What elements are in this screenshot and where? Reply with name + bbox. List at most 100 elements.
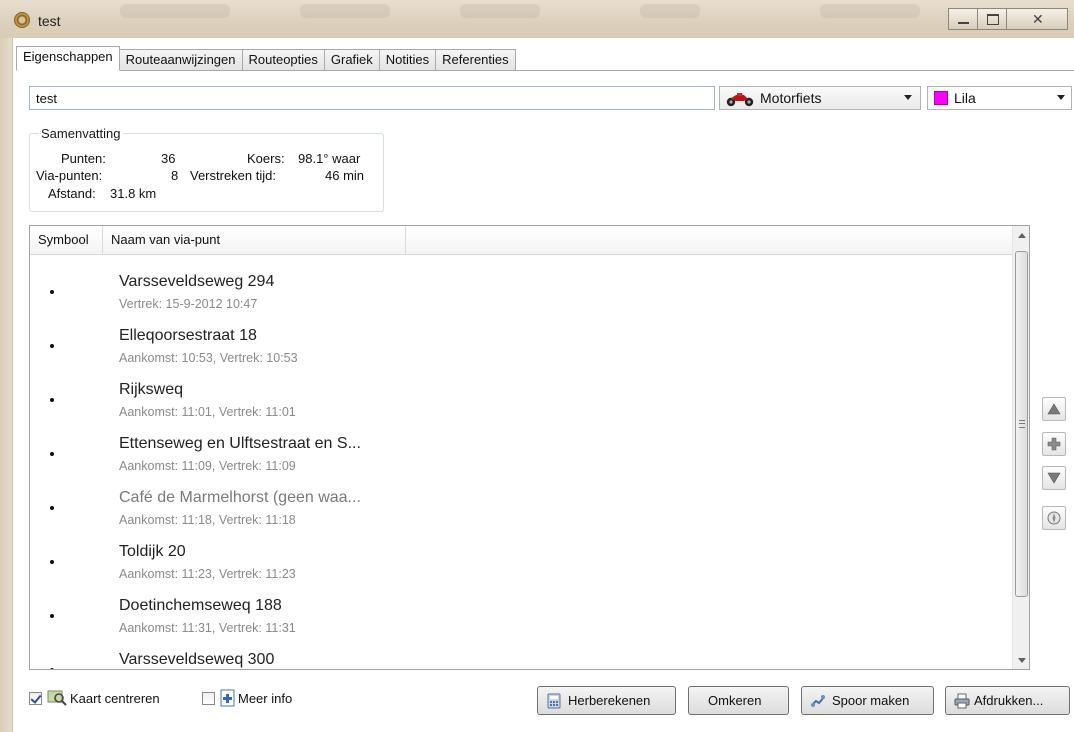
center-map-checkbox[interactable] [29, 692, 42, 705]
waypoint-name: Varsseveldseweg 294 [119, 273, 275, 290]
waypoint-time: Aankomst: 11:23, Vertrek: 11:23 [119, 567, 296, 581]
waypoint-list[interactable]: Symbool Naam van via-punt Varsseveldsewe… [29, 225, 1030, 670]
scroll-up-button[interactable] [1013, 226, 1029, 243]
points-value: 36 [161, 151, 176, 166]
move-up-icon [1047, 403, 1061, 415]
scroll-down-button[interactable] [1013, 652, 1029, 669]
close-button[interactable]: ✕ [1006, 8, 1068, 30]
window-title: test [38, 13, 61, 29]
add-waypoint-button[interactable] [1042, 432, 1066, 456]
title-bar: test ✕ [0, 0, 1074, 38]
list-item[interactable]: Ettenseweg en Ulftsestraat en S... Aanko… [30, 425, 1012, 478]
list-item[interactable]: Varsseveldseweq 300 [30, 641, 1012, 669]
background-blur [300, 4, 390, 18]
waypoint-time: Aankomst: 10:53, Vertrek: 10:53 [119, 351, 298, 365]
list-item[interactable]: Toldijk 20 Aankomst: 11:23, Vertrek: 11:… [30, 533, 1012, 586]
scroll-thumb[interactable] [1015, 251, 1028, 597]
elapsed-time-label: Verstreken tijd: [190, 168, 276, 183]
waypoint-symbol-icon [50, 506, 54, 510]
waypoint-time: Aankomst: 11:09, Vertrek: 11:09 [119, 459, 296, 473]
app-icon [14, 12, 30, 28]
background-blur [460, 4, 540, 18]
make-track-label: Spoor maken [832, 693, 910, 708]
tab-eigenschappen[interactable]: Eigenschappen [16, 46, 120, 71]
move-up-button[interactable] [1042, 397, 1066, 421]
tab-grafiek[interactable]: Grafiek [324, 49, 380, 71]
move-down-icon [1047, 472, 1061, 484]
list-item[interactable]: Varsseveldseweg 294 Vertrek: 15-9-2012 1… [30, 263, 1012, 316]
list-item[interactable]: Café de Marmelhorst (geen waa... Aankoms… [30, 479, 1012, 532]
via-points-value: 8 [171, 168, 179, 183]
tab-routeaanwijzingen[interactable]: Routeaanwijzingen [119, 49, 243, 71]
minimize-button[interactable] [948, 8, 978, 30]
waypoint-symbol-icon [50, 398, 54, 402]
column-header-symbol[interactable]: Symbool [30, 226, 103, 254]
maximize-icon [987, 14, 999, 25]
transport-mode-value: Motorfiets [760, 90, 822, 106]
more-info-icon [220, 689, 235, 707]
minimize-icon [958, 22, 969, 24]
waypoint-symbol-icon [50, 290, 54, 294]
recalculate-button[interactable]: Herberekenen [537, 686, 676, 715]
course-value: 98.1° waar [298, 151, 361, 166]
make-track-button[interactable]: Spoor maken [801, 686, 934, 715]
scroll-down-icon [1018, 658, 1026, 663]
waypoint-symbol-icon [50, 560, 54, 564]
tab-strip: Eigenschappen Routeaanwijzingen Routeopt… [16, 46, 516, 71]
motorcycle-icon [726, 93, 754, 107]
more-info-checkbox[interactable] [202, 692, 215, 705]
reverse-button[interactable]: Omkeren [688, 686, 789, 715]
waypoint-name: Varsseveldseweq 300 [119, 651, 275, 668]
waypoint-name: Doetinchemseweq 188 [119, 597, 282, 614]
reverse-label: Omkeren [708, 693, 762, 708]
maximize-button[interactable] [977, 8, 1007, 30]
window-left-border [0, 38, 12, 732]
summary-legend: Samenvatting [39, 126, 123, 141]
vertical-scrollbar[interactable] [1012, 226, 1029, 669]
tab-routeopties[interactable]: Routeopties [242, 49, 325, 71]
via-points-label: Via-punten: [36, 168, 103, 183]
points-label: Punten: [61, 151, 106, 166]
color-select[interactable]: Lila [927, 86, 1072, 110]
route-name-input[interactable] [29, 86, 715, 110]
waypoint-time: Vertrek: 15-9-2012 10:47 [119, 297, 258, 311]
track-icon [811, 695, 825, 707]
compass-icon [1047, 511, 1061, 525]
move-down-button[interactable] [1042, 466, 1066, 490]
compass-button[interactable] [1042, 506, 1066, 530]
list-item[interactable]: Elleqoorsestraat 18 Aankomst: 10:53, Ver… [30, 317, 1012, 370]
print-label: Afdrukken... [974, 693, 1044, 708]
waypoint-name: Ettenseweg en Ulftsestraat en S... [119, 435, 361, 452]
tab-notities[interactable]: Notities [379, 49, 437, 71]
column-header-name[interactable]: Naam van via-punt [103, 226, 406, 254]
waypoint-name: Elleqoorsestraat 18 [119, 327, 257, 344]
waypoint-symbol-icon [50, 614, 54, 618]
add-icon [1047, 437, 1061, 451]
background-blur [640, 4, 700, 18]
tab-divider [16, 70, 1074, 71]
print-button[interactable]: Afdrukken... [945, 686, 1070, 715]
center-map-label: Kaart centreren [70, 691, 160, 706]
list-item[interactable]: Doetinchemseweq 188 Aankomst: 11:31, Ver… [30, 587, 1012, 640]
waypoint-name: Café de Marmelhorst (geen waa... [119, 489, 361, 506]
color-value: Lila [954, 90, 976, 106]
list-item[interactable]: Rijksweq Aankomst: 11:01, Vertrek: 11:01 [30, 371, 1012, 424]
calculator-icon [547, 693, 561, 709]
background-blur [820, 4, 920, 18]
chevron-down-icon [1057, 95, 1065, 100]
tab-referenties[interactable]: Referenties [436, 49, 516, 71]
elapsed-time-value: 46 min [325, 168, 365, 183]
scroll-up-icon [1018, 233, 1026, 238]
transport-mode-select[interactable]: Motorfiets [719, 86, 921, 110]
chevron-down-icon [904, 95, 912, 100]
more-info-label: Meer info [238, 691, 293, 706]
distance-label: Afstand: [48, 186, 96, 201]
printer-icon [954, 693, 970, 709]
background-blur [120, 4, 230, 18]
grip-icon [1019, 420, 1025, 428]
center-map-icon [47, 690, 67, 706]
recalculate-label: Herberekenen [568, 693, 651, 708]
color-swatch [934, 91, 948, 105]
list-header: Symbool Naam van via-punt [30, 226, 1012, 255]
waypoint-time: Aankomst: 11:18, Vertrek: 11:18 [119, 513, 296, 527]
